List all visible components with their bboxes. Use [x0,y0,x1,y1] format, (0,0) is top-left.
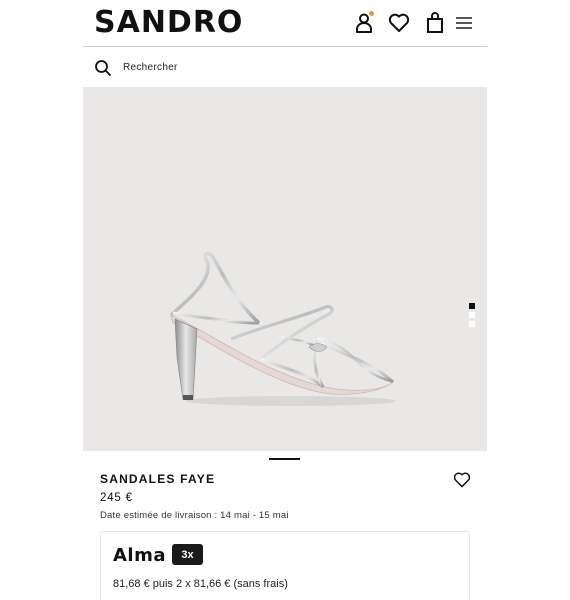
gallery-pagination [469,303,477,330]
gallery-dot-3[interactable] [469,321,475,327]
product-title: SANDALES FAYE [100,472,216,486]
search-placeholder: Rechercher [123,62,178,73]
alma-payment-box[interactable]: Alma 3x 81,68 € puis 2 x 81,66 € (sans f… [100,531,470,600]
gallery-scroll-indicator [269,458,300,460]
search-bar[interactable]: Rechercher [83,48,487,87]
product-image [169,251,396,406]
heart-icon [388,13,410,32]
product-price: 245 € [100,492,133,504]
alma-installments-text: 81,68 € puis 2 x 81,66 € (sans frais) [113,578,288,590]
product-image-gallery[interactable] [83,87,487,451]
product-page: SANDRO Rechercher SANDALES FAYE 245 € Da… [83,0,487,600]
site-header: SANDRO [83,0,487,47]
cart-button[interactable] [422,10,448,36]
delivery-estimate: Date estimée de livraison : 14 mai - 15 … [100,510,289,521]
notification-dot [369,11,374,16]
gallery-dot-2[interactable] [469,312,475,318]
hamburger-menu-icon [456,17,472,29]
sandro-logo[interactable]: SANDRO [94,4,243,42]
account-button[interactable] [351,10,377,36]
shopping-bag-icon [427,12,443,33]
alma-logo: Alma [113,545,167,566]
wishlist-button[interactable] [386,10,412,36]
alma-installments-badge: 3x [172,544,203,565]
search-icon [95,59,112,76]
menu-button[interactable] [451,10,477,36]
gallery-dot-1[interactable] [469,303,475,309]
add-to-wishlist-heart-icon[interactable] [453,471,471,489]
